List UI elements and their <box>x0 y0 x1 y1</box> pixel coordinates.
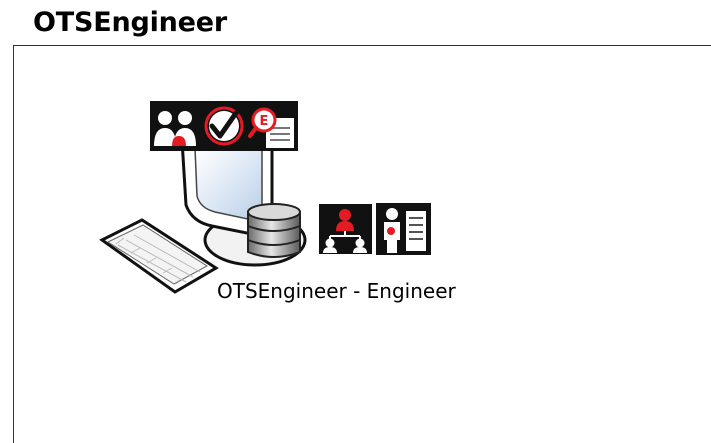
checkmark-icon <box>200 101 248 151</box>
document-search-icon: E <box>248 101 298 151</box>
workstation-node[interactable]: E <box>0 0 711 443</box>
svg-text:E: E <box>260 114 269 129</box>
org-chart-icon <box>319 204 372 254</box>
database-icon <box>247 203 301 258</box>
diagram-page: OTSEngineer E OTSEngineer - Engineer <box>0 0 711 443</box>
node-label: OTSEngineer - Engineer <box>217 279 456 303</box>
person-server-icon <box>376 203 431 255</box>
keyboard-icon <box>99 218 219 294</box>
users-icon <box>150 101 200 151</box>
